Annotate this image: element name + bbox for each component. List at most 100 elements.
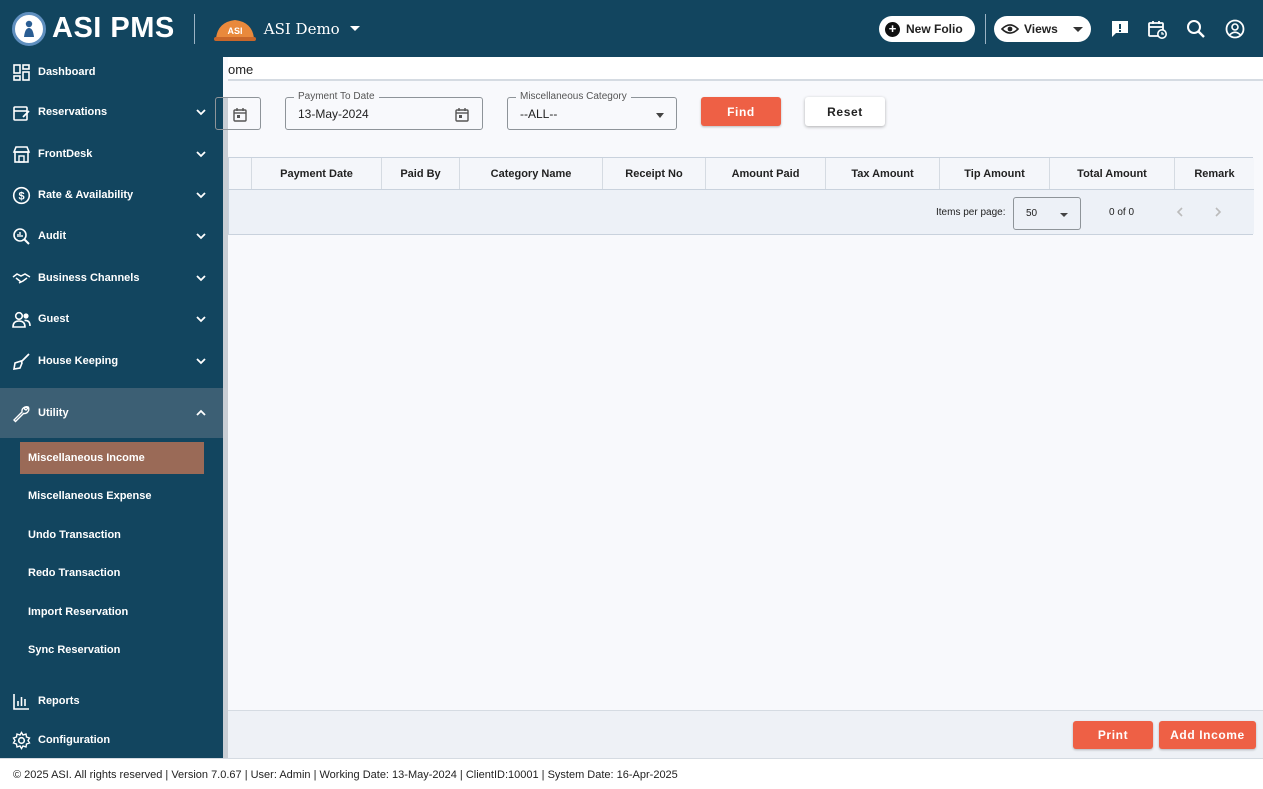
header-divider (193, 13, 195, 44)
subitem-label: Undo Transaction (28, 529, 121, 541)
sidebar-item-audit[interactable]: Audit (0, 216, 223, 256)
sidebar-item-label: Business Channels (38, 272, 140, 284)
sidebar-subitem-miscellaneous-income[interactable]: Miscellaneous Income (20, 442, 204, 474)
footer: © 2025 ASI. All rights reserved | Versio… (0, 758, 1263, 789)
app-name: ASI PMS (52, 12, 175, 44)
guest-icon (12, 311, 31, 328)
paginator: Items per page: 50 0 of 0 (229, 190, 1254, 234)
add-income-label: Add Income (1170, 728, 1245, 742)
column-header[interactable]: Receipt No (602, 158, 705, 189)
sidebar-subitem-import-reservation[interactable]: Import Reservation (20, 596, 204, 628)
views-dropdown[interactable]: Views (994, 16, 1091, 42)
header-divider-2 (985, 14, 986, 44)
sidebar-item-business-channels[interactable]: Business Channels (0, 258, 223, 298)
sidebar-subitem-miscellaneous-expense[interactable]: Miscellaneous Expense (20, 480, 204, 512)
sidebar-item-guest[interactable]: Guest (0, 299, 223, 339)
page-range: 0 of 0 (1109, 207, 1135, 218)
miscellaneous-category-select[interactable]: Miscellaneous Category --ALL-- (507, 91, 677, 130)
calendar-icon[interactable] (232, 107, 248, 123)
sidebar-item-label: Configuration (38, 734, 111, 746)
hotel-dropdown-icon[interactable] (349, 26, 360, 31)
reset-button[interactable]: Reset (805, 97, 885, 126)
payment-to-date-label: Payment To Date (294, 91, 379, 102)
print-button[interactable]: Print (1073, 721, 1153, 749)
handshake-icon (12, 272, 31, 284)
new-folio-button[interactable]: + New Folio (879, 16, 975, 42)
reset-label: Reset (827, 104, 863, 119)
income-table: Payment Date Paid By Category Name Recei… (228, 157, 1254, 235)
add-income-button[interactable]: Add Income (1159, 721, 1256, 749)
sidebar-item-dashboard[interactable]: Dashboard (0, 52, 223, 92)
app-logo[interactable]: ASI PMS (12, 11, 175, 46)
reservation-icon (13, 105, 30, 121)
svg-text:$: $ (18, 190, 24, 202)
account-icon[interactable] (1224, 18, 1246, 40)
table-header: Payment Date Paid By Category Name Recei… (229, 158, 1254, 190)
miscellaneous-category-label: Miscellaneous Category (516, 91, 631, 102)
views-label: Views (1024, 22, 1058, 36)
items-per-page-select[interactable]: 50 (1013, 197, 1081, 230)
find-button[interactable]: Find (701, 97, 781, 126)
sidebar-item-utility[interactable]: Utility (0, 388, 223, 438)
hotel-name[interactable]: ASI Demo (264, 20, 340, 38)
sidebar-item-label: Guest (38, 313, 70, 325)
payment-to-date-field[interactable]: Payment To Date 13-May-2024 (285, 91, 483, 130)
column-header[interactable]: Paid By (381, 158, 459, 189)
column-header[interactable]: Remark (1174, 158, 1254, 189)
frontdesk-icon (12, 145, 31, 163)
sidebar-subitem-undo-transaction[interactable]: Undo Transaction (20, 519, 204, 551)
sidebar-item-configuration[interactable]: Configuration (0, 720, 223, 760)
subitem-label: Sync Reservation (28, 644, 121, 656)
chevron-down-icon (196, 233, 206, 240)
chevron-down-icon (656, 113, 664, 118)
breadcrumb: ome (228, 62, 254, 77)
sidebar-item-rate-availability[interactable]: $ Rate & Availability (0, 175, 223, 215)
chevron-down-icon (196, 316, 206, 323)
feedback-icon[interactable] (1109, 18, 1131, 40)
column-header[interactable]: Tip Amount (939, 158, 1049, 189)
sidebar-item-house-keeping[interactable]: House Keeping (0, 341, 223, 381)
sidebar-item-label: Dashboard (38, 66, 96, 78)
chevron-down-icon (196, 275, 206, 282)
hotel-logo-text: ASI (227, 26, 242, 36)
print-label: Print (1097, 728, 1129, 742)
calendar-clock-icon[interactable] (1146, 18, 1168, 40)
payment-from-date-field[interactable] (215, 97, 261, 130)
sidebar-item-reports[interactable]: Reports (0, 681, 223, 721)
sidebar-subitem-sync-reservation[interactable]: Sync Reservation (20, 634, 204, 666)
subitem-label: Import Reservation (28, 606, 129, 618)
calendar-icon[interactable] (454, 107, 470, 123)
sidebar-item-label: Audit (38, 230, 67, 242)
chevron-down-icon (1060, 213, 1068, 217)
new-folio-label: New Folio (906, 22, 963, 36)
column-header[interactable]: Total Amount (1049, 158, 1174, 189)
sidebar-item-label: Reservations (38, 106, 108, 118)
chevron-down-icon (196, 358, 206, 365)
sidebar-subitem-redo-transaction[interactable]: Redo Transaction (20, 557, 204, 589)
subitem-label: Miscellaneous Expense (28, 490, 152, 502)
sidebar-item-label: Rate & Availability (38, 189, 134, 201)
miscellaneous-category-value: --ALL-- (520, 107, 558, 121)
column-header[interactable]: Category Name (459, 158, 602, 189)
sidebar-item-label: House Keeping (38, 355, 119, 367)
sidebar-item-label: Reports (38, 695, 80, 707)
chevron-left-icon[interactable] (1174, 206, 1186, 218)
broom-icon (13, 352, 30, 370)
search-icon[interactable] (1185, 18, 1207, 40)
sidebar-item-label: FrontDesk (38, 148, 93, 160)
items-per-page-value: 50 (1026, 208, 1038, 219)
chevron-down-icon (196, 109, 206, 116)
sidebar-item-reservations[interactable]: Reservations (0, 92, 223, 132)
subitem-label: Miscellaneous Income (28, 452, 145, 464)
chevron-right-icon[interactable] (1212, 206, 1224, 218)
column-header[interactable]: Tax Amount (825, 158, 939, 189)
sidebar-item-frontdesk[interactable]: FrontDesk (0, 134, 223, 174)
column-header[interactable]: Payment Date (251, 158, 381, 189)
chevron-down-icon (1073, 26, 1083, 32)
audit-icon (13, 227, 30, 245)
hotel-logo-icon[interactable]: ASI (213, 16, 256, 42)
footer-text: © 2025 ASI. All rights reserved | Versio… (13, 769, 678, 781)
column-header[interactable]: Amount Paid (705, 158, 825, 189)
eye-icon (1001, 24, 1019, 34)
dollar-icon: $ (12, 186, 31, 204)
